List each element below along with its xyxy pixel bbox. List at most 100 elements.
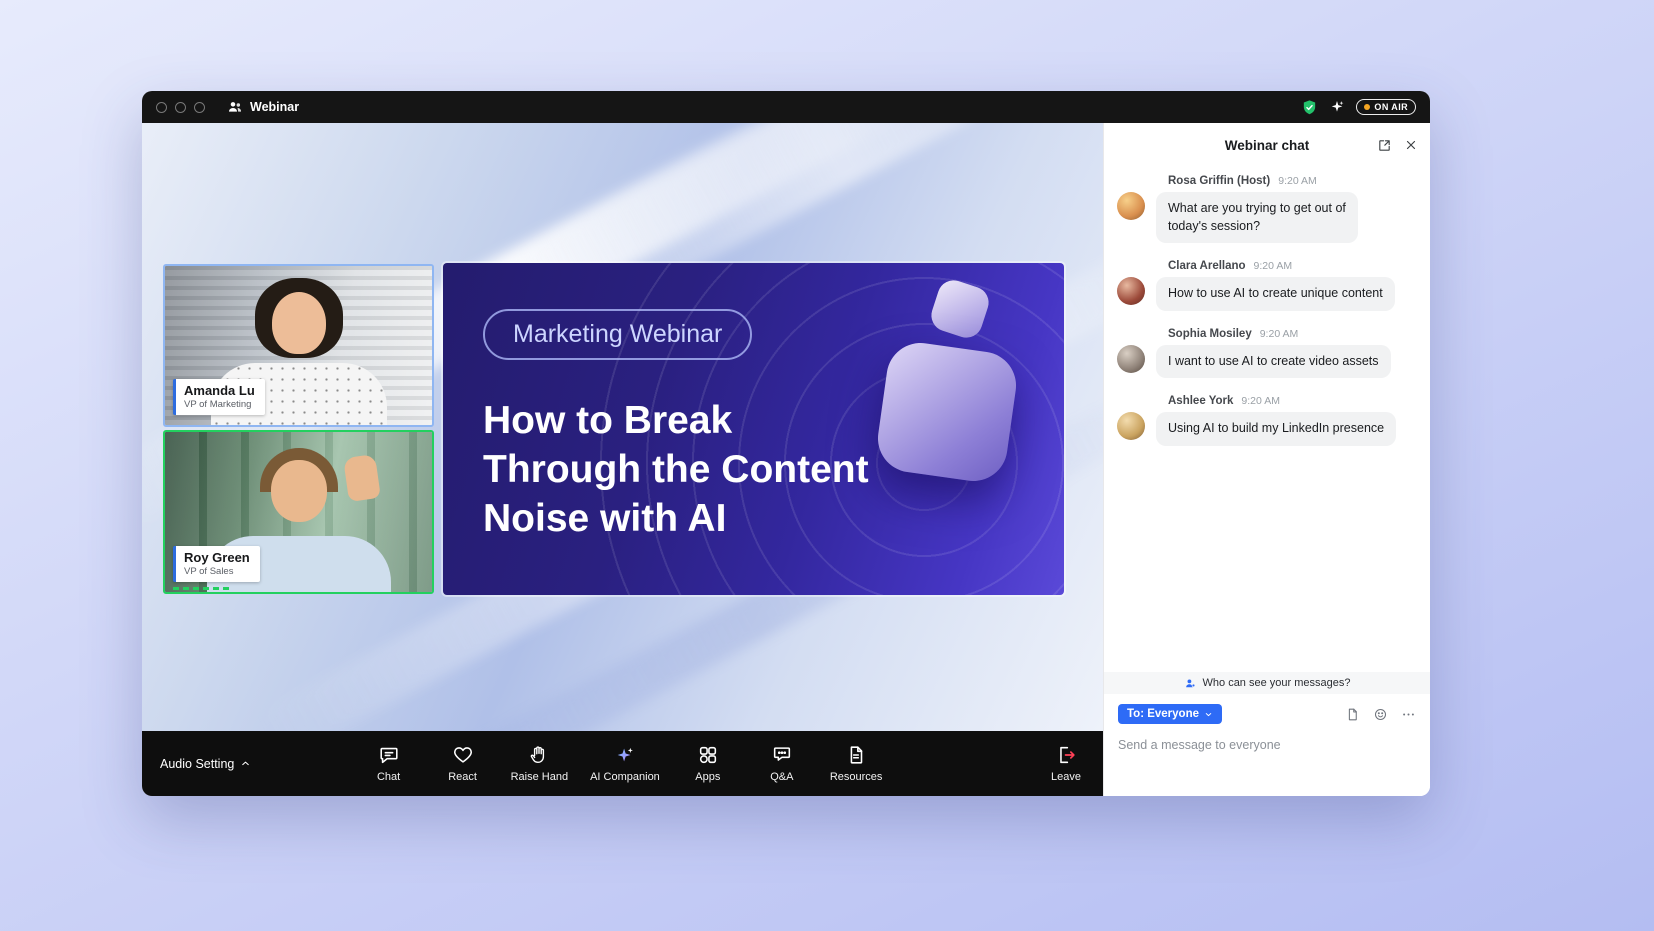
toolbar-button-label: Resources xyxy=(830,771,883,783)
leave-door-icon xyxy=(1055,744,1077,766)
participant-name: Amanda Lu xyxy=(184,383,255,398)
participant-figure xyxy=(271,460,327,522)
avatar xyxy=(1117,277,1145,305)
on-air-dot xyxy=(1364,104,1370,110)
apps-grid-icon xyxy=(697,744,719,766)
decorative-shape xyxy=(874,339,1021,486)
toolbar-button-label: React xyxy=(448,771,477,783)
more-options-icon[interactable] xyxy=(1401,707,1416,722)
emoji-icon[interactable] xyxy=(1373,707,1388,722)
message-bubble: How to use AI to create unique content xyxy=(1156,277,1395,311)
slide-heading-line: Through the Content xyxy=(483,446,869,495)
slide-heading-line: Noise with AI xyxy=(483,495,869,544)
shared-presentation-slide[interactable]: Marketing Webinar How to Break Through t… xyxy=(443,263,1064,595)
message-bubble: Using AI to build my LinkedIn presence xyxy=(1156,412,1396,446)
on-air-label: ON AIR xyxy=(1374,102,1408,112)
video-tile-roy-green[interactable]: Roy Green VP of Sales xyxy=(163,430,434,594)
chat-message: Rosa Griffin (Host) 9:20 AM What are you… xyxy=(1117,175,1416,243)
heart-icon xyxy=(452,744,474,766)
titlebar-right: ON AIR xyxy=(1301,99,1416,116)
toolbar-button-label: Raise Hand xyxy=(511,771,568,783)
message-input[interactable] xyxy=(1118,738,1416,752)
webinar-window: Webinar ON AIR xyxy=(142,91,1430,796)
who-can-see-bar[interactable]: Who can see your messages? xyxy=(1104,672,1430,694)
sparkle-icon[interactable] xyxy=(1329,99,1345,115)
meeting-toolbar: Audio Setting Chat xyxy=(142,731,1103,796)
desktop-background: Webinar ON AIR xyxy=(0,0,1654,931)
file-icon[interactable] xyxy=(1345,707,1360,722)
ai-sparkle-icon xyxy=(614,744,636,766)
waving-hand xyxy=(343,454,381,502)
maximize-window-button[interactable] xyxy=(194,102,205,113)
message-author: Rosa Griffin (Host) xyxy=(1168,175,1270,187)
video-tile-amanda-lu[interactable]: Amanda Lu VP of Marketing xyxy=(163,264,434,427)
decorative-shape xyxy=(927,276,993,342)
toolbar-button-label: Chat xyxy=(377,771,400,783)
chat-title: Webinar chat xyxy=(1225,138,1310,153)
participant-role: VP of Marketing xyxy=(184,399,255,410)
raise-hand-button[interactable]: Raise Hand xyxy=(505,744,574,783)
audio-setting-button[interactable]: Audio Setting xyxy=(160,757,251,771)
composer-icons xyxy=(1345,707,1416,722)
message-author: Sophia Mosiley xyxy=(1168,328,1252,340)
chat-message: Ashlee York 9:20 AM Using AI to build my… xyxy=(1117,395,1416,446)
message-meta: Sophia Mosiley 9:20 AM xyxy=(1168,328,1416,340)
app-brand: Webinar xyxy=(227,99,299,115)
message-time: 9:20 AM xyxy=(1254,260,1293,272)
chat-message-list[interactable]: Rosa Griffin (Host) 9:20 AM What are you… xyxy=(1104,167,1430,672)
slide-badge: Marketing Webinar xyxy=(483,309,752,360)
recipient-label: To: Everyone xyxy=(1127,708,1199,720)
close-icon[interactable] xyxy=(1404,138,1418,152)
webinar-chat-panel: Webinar chat Rosa Griffin (Host) xyxy=(1103,123,1430,796)
avatar xyxy=(1117,412,1145,440)
chat-button[interactable]: Chat xyxy=(357,744,421,783)
chevron-up-icon xyxy=(240,758,251,769)
main-area: Amanda Lu VP of Marketing xyxy=(142,123,1430,796)
toolbar-button-label: Leave xyxy=(1051,771,1081,783)
ai-companion-button[interactable]: AI Companion xyxy=(584,744,666,783)
chat-header: Webinar chat xyxy=(1104,123,1430,167)
video-stage: Amanda Lu VP of Marketing xyxy=(142,123,1103,731)
document-icon xyxy=(845,744,867,766)
minimize-window-button[interactable] xyxy=(175,102,186,113)
avatar xyxy=(1117,192,1145,220)
name-tag: Amanda Lu VP of Marketing xyxy=(173,379,265,415)
app-title: Webinar xyxy=(250,100,299,114)
slide-heading: How to Break Through the Content Noise w… xyxy=(483,397,869,543)
resources-button[interactable]: Resources xyxy=(824,744,889,783)
stage-column: Amanda Lu VP of Marketing xyxy=(142,123,1103,796)
audio-setting-label: Audio Setting xyxy=(160,757,234,771)
pop-out-icon[interactable] xyxy=(1377,138,1392,153)
react-button[interactable]: React xyxy=(431,744,495,783)
message-time: 9:20 AM xyxy=(1241,395,1280,407)
participant-figure xyxy=(272,292,326,354)
apps-button[interactable]: Apps xyxy=(676,744,740,783)
who-can-see-label: Who can see your messages? xyxy=(1203,677,1351,689)
chat-composer: To: Everyone xyxy=(1104,694,1430,796)
chevron-down-icon xyxy=(1204,710,1213,719)
participant-role: VP of Sales xyxy=(184,566,250,577)
message-meta: Clara Arellano 9:20 AM xyxy=(1168,260,1416,272)
leave-button[interactable]: Leave xyxy=(1051,744,1081,783)
qa-button[interactable]: Q&A xyxy=(750,744,814,783)
recipient-selector[interactable]: To: Everyone xyxy=(1118,704,1222,724)
slide-heading-line: How to Break xyxy=(483,397,869,446)
active-speaker-indicator xyxy=(173,587,229,590)
participant-name: Roy Green xyxy=(184,550,250,565)
security-shield-icon[interactable] xyxy=(1301,99,1318,116)
message-time: 9:20 AM xyxy=(1278,175,1317,187)
raised-hand-icon xyxy=(528,744,550,766)
toolbar-button-group: Chat React Raise Hand xyxy=(357,744,889,783)
message-author: Ashlee York xyxy=(1168,395,1233,407)
person-icon xyxy=(1184,677,1197,690)
message-meta: Rosa Griffin (Host) 9:20 AM xyxy=(1168,175,1416,187)
message-bubble: What are you trying to get out of today'… xyxy=(1156,192,1358,243)
message-time: 9:20 AM xyxy=(1260,328,1299,340)
close-window-button[interactable] xyxy=(156,102,167,113)
participants-icon xyxy=(227,99,243,115)
message-author: Clara Arellano xyxy=(1168,260,1246,272)
message-bubble: I want to use AI to create video assets xyxy=(1156,345,1391,379)
chat-header-icons xyxy=(1377,138,1418,153)
qa-bubble-icon xyxy=(771,744,793,766)
chat-message: Clara Arellano 9:20 AM How to use AI to … xyxy=(1117,260,1416,311)
